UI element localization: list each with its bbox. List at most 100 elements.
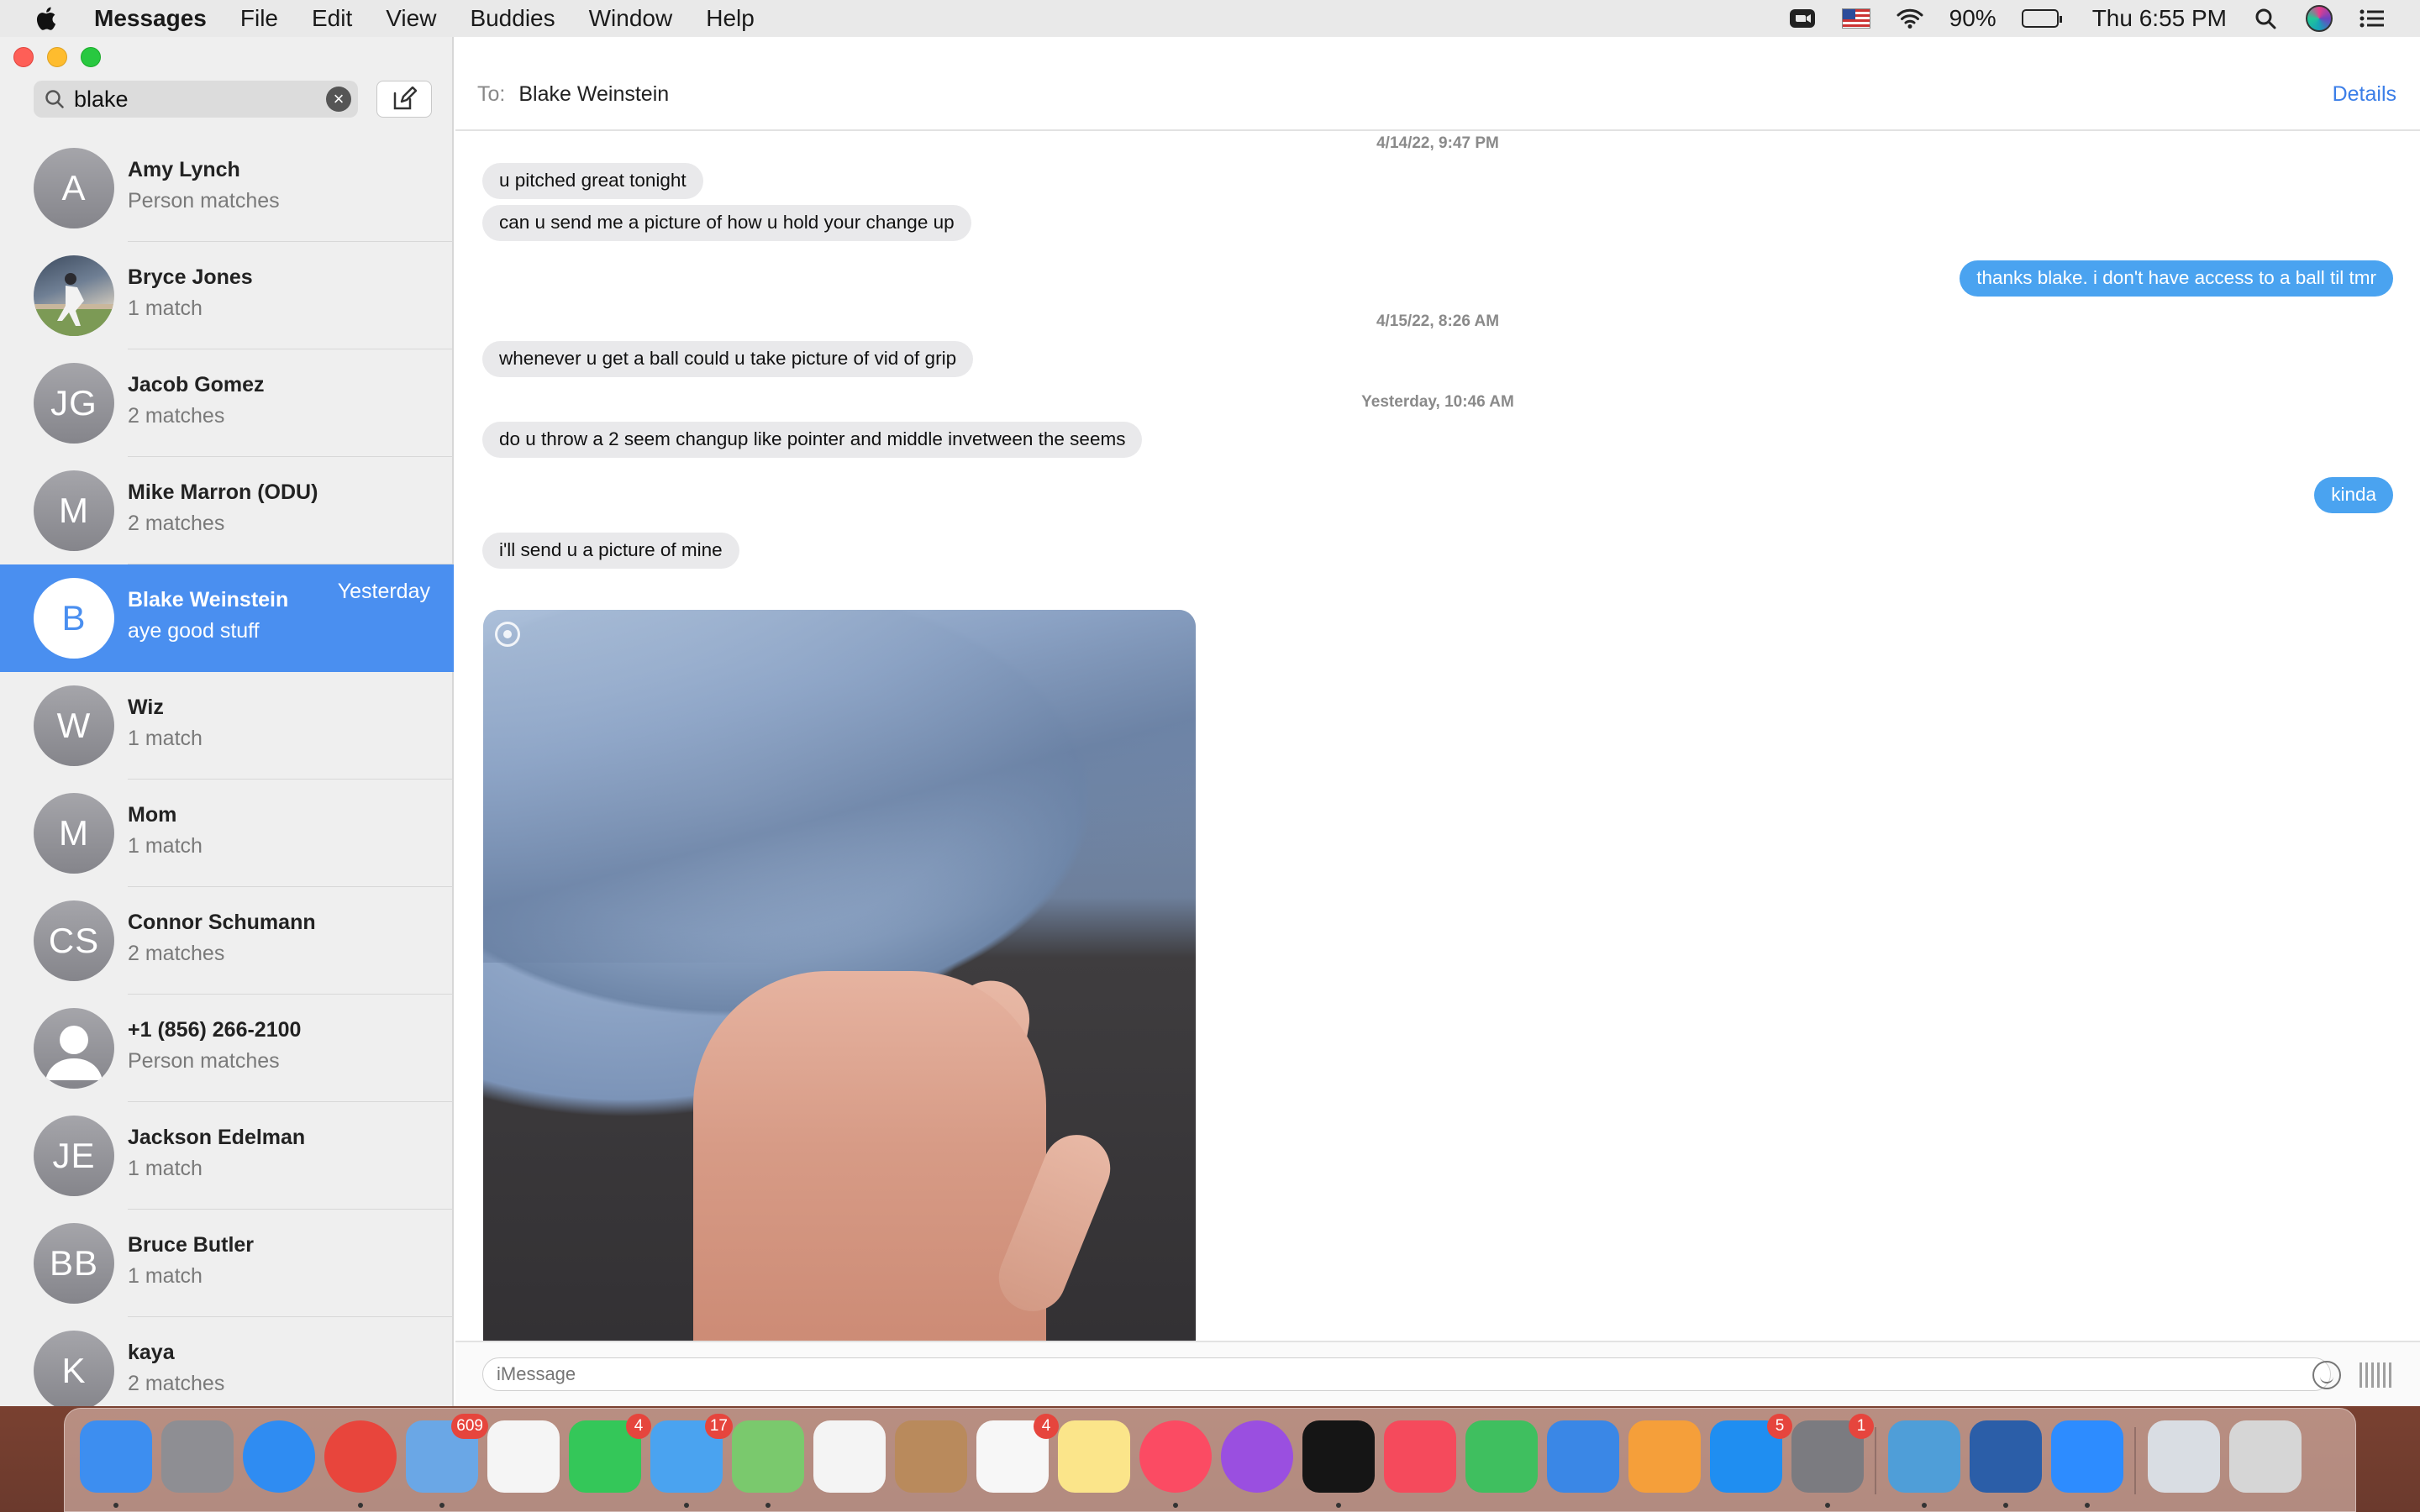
photo-attachment[interactable] xyxy=(483,610,1196,1341)
word-icon[interactable] xyxy=(1970,1420,2042,1508)
conversation-item[interactable]: W Wiz 1 match xyxy=(0,672,454,780)
avatar-app-icon[interactable] xyxy=(1888,1420,1960,1508)
compose-button[interactable] xyxy=(376,81,432,118)
keynote-icon[interactable] xyxy=(1547,1420,1619,1493)
menu-file[interactable]: File xyxy=(240,5,278,32)
match-info: 1 match xyxy=(128,1264,203,1288)
close-window-button[interactable] xyxy=(13,47,34,67)
message-input[interactable] xyxy=(482,1357,2331,1391)
spotlight-search-icon[interactable] xyxy=(2252,6,2281,31)
match-info: 2 matches xyxy=(128,1372,225,1395)
incoming-message[interactable]: do u throw a 2 seem changup like pointer… xyxy=(482,422,1143,458)
conversation-item-selected[interactable]: B Blake Weinstein aye good stuff Yesterda… xyxy=(0,564,454,672)
menu-view[interactable]: View xyxy=(386,5,436,32)
dock: 609 4 17 4 5 1 xyxy=(64,1408,2356,1512)
menu-edit[interactable]: Edit xyxy=(312,5,352,32)
system-preferences-icon[interactable]: 1 xyxy=(1791,1414,1874,1508)
notes-icon[interactable] xyxy=(1058,1420,1130,1493)
app-store-icon[interactable]: 5 xyxy=(1710,1414,1792,1493)
apple-menu-icon[interactable] xyxy=(35,4,60,33)
search-field[interactable]: × xyxy=(34,81,358,118)
conversation-item[interactable]: BB Bruce Butler 1 match xyxy=(0,1210,454,1317)
incoming-message[interactable]: i'll send u a picture of mine xyxy=(482,533,739,569)
clear-search-icon[interactable]: × xyxy=(326,87,351,112)
battery-charging-icon[interactable] xyxy=(2021,9,2062,28)
minimize-window-button[interactable] xyxy=(47,47,67,67)
zoom-icon[interactable] xyxy=(1788,6,1817,31)
mail-icon[interactable]: 609 xyxy=(406,1414,488,1508)
emoji-icon[interactable] xyxy=(2312,1361,2341,1389)
window-controls xyxy=(13,47,101,67)
hand-shape xyxy=(693,971,1046,1341)
conversation-item[interactable]: K kaya 2 matches xyxy=(0,1317,454,1406)
messages-window: × A Amy Lynch Person matches Bryce Jones 1… xyxy=(0,37,2420,1406)
menu-window[interactable]: Window xyxy=(589,5,673,32)
person-silhouette-icon xyxy=(45,1026,103,1080)
match-info: 2 matches xyxy=(128,512,225,535)
contact-name: Mike Marron (ODU) xyxy=(128,480,318,504)
sidebar: × A Amy Lynch Person matches Bryce Jones 1… xyxy=(0,37,454,1406)
messages-icon[interactable]: 17 xyxy=(650,1414,733,1508)
incoming-message[interactable]: whenever u get a ball could u take pictu… xyxy=(482,341,974,377)
podcasts-icon[interactable] xyxy=(1221,1420,1293,1493)
downloads-stack-icon[interactable] xyxy=(2148,1420,2220,1493)
music-icon[interactable] xyxy=(1139,1420,1212,1508)
conversation-item[interactable]: A Amy Lynch Person matches xyxy=(0,134,454,242)
contacts-icon[interactable] xyxy=(895,1420,967,1493)
outgoing-message[interactable]: kinda xyxy=(2314,477,2393,513)
chrome-icon[interactable] xyxy=(324,1420,397,1508)
conversation-item[interactable]: JG Jacob Gomez 2 matches xyxy=(0,349,454,457)
live-photo-icon[interactable] xyxy=(495,622,520,647)
dock-separator xyxy=(1875,1427,1876,1494)
tv-icon[interactable] xyxy=(1302,1420,1375,1508)
conversation-item[interactable]: M Mom 1 match xyxy=(0,780,454,887)
trash-icon[interactable] xyxy=(2229,1420,2302,1493)
notification-badge: 1 xyxy=(1849,1414,1874,1439)
details-button[interactable]: Details xyxy=(2333,82,2396,107)
running-indicator xyxy=(765,1503,771,1508)
safari-icon[interactable] xyxy=(243,1420,315,1493)
search-input[interactable] xyxy=(74,86,318,113)
chat-header: To: Blake Weinstein Details xyxy=(455,37,2420,131)
conversation-item[interactable]: CS Connor Schumann 2 matches xyxy=(0,887,454,995)
conversation-item[interactable]: M Mike Marron (ODU) 2 matches xyxy=(0,457,454,564)
siri-icon[interactable] xyxy=(2306,5,2333,32)
flag-us-icon[interactable] xyxy=(1841,8,1870,29)
zoom-app-icon[interactable] xyxy=(2051,1420,2123,1508)
wifi-icon[interactable] xyxy=(1896,6,1924,31)
incoming-message[interactable]: u pitched great tonight xyxy=(482,163,703,199)
avatar: JG xyxy=(34,363,114,444)
zoom-window-button[interactable] xyxy=(81,47,101,67)
conversation-item[interactable]: JE Jackson Edelman 1 match xyxy=(0,1102,454,1210)
incoming-message[interactable]: can u send me a picture of how u hold yo… xyxy=(482,205,971,241)
maps-icon[interactable] xyxy=(732,1420,804,1508)
numbers-icon[interactable] xyxy=(1465,1420,1538,1493)
notification-center-icon[interactable] xyxy=(2358,6,2386,31)
menu-clock[interactable]: Thu 6:55 PM xyxy=(2092,5,2227,32)
to-label: To: xyxy=(477,81,506,106)
facetime-icon[interactable]: 4 xyxy=(569,1414,651,1493)
message-transcript[interactable]: 4/14/22, 9:47 PM u pitched great tonight… xyxy=(455,131,2420,1341)
match-info: 1 match xyxy=(128,727,203,750)
menu-help[interactable]: Help xyxy=(706,5,755,32)
pages-icon[interactable] xyxy=(1628,1420,1701,1493)
audio-message-icon[interactable] xyxy=(2360,1362,2393,1388)
reminders-icon[interactable]: 4 xyxy=(976,1414,1059,1493)
running-indicator xyxy=(2085,1503,2090,1508)
launchpad-icon[interactable] xyxy=(161,1420,234,1493)
menu-buddies[interactable]: Buddies xyxy=(470,5,555,32)
battery-percent[interactable]: 90% xyxy=(1949,5,1996,32)
news-icon[interactable] xyxy=(1384,1420,1456,1493)
conversation-item[interactable]: Bryce Jones 1 match xyxy=(0,242,454,349)
conversation-time: Yesterday xyxy=(337,580,430,603)
calendar-icon[interactable] xyxy=(487,1420,560,1493)
photos-icon[interactable] xyxy=(813,1420,886,1493)
outgoing-message[interactable]: thanks blake. i don't have access to a b… xyxy=(1960,260,2393,297)
running-indicator xyxy=(684,1503,689,1508)
compose-icon xyxy=(393,87,417,110)
recipient-name[interactable]: Blake Weinstein xyxy=(518,82,669,107)
menu-app-name[interactable]: Messages xyxy=(94,5,207,32)
finder-icon[interactable] xyxy=(80,1420,152,1508)
conversation-item[interactable]: +1 (856) 266-2100 Person matches xyxy=(0,995,454,1102)
status-area: 90% Thu 6:55 PM xyxy=(1788,5,2386,32)
